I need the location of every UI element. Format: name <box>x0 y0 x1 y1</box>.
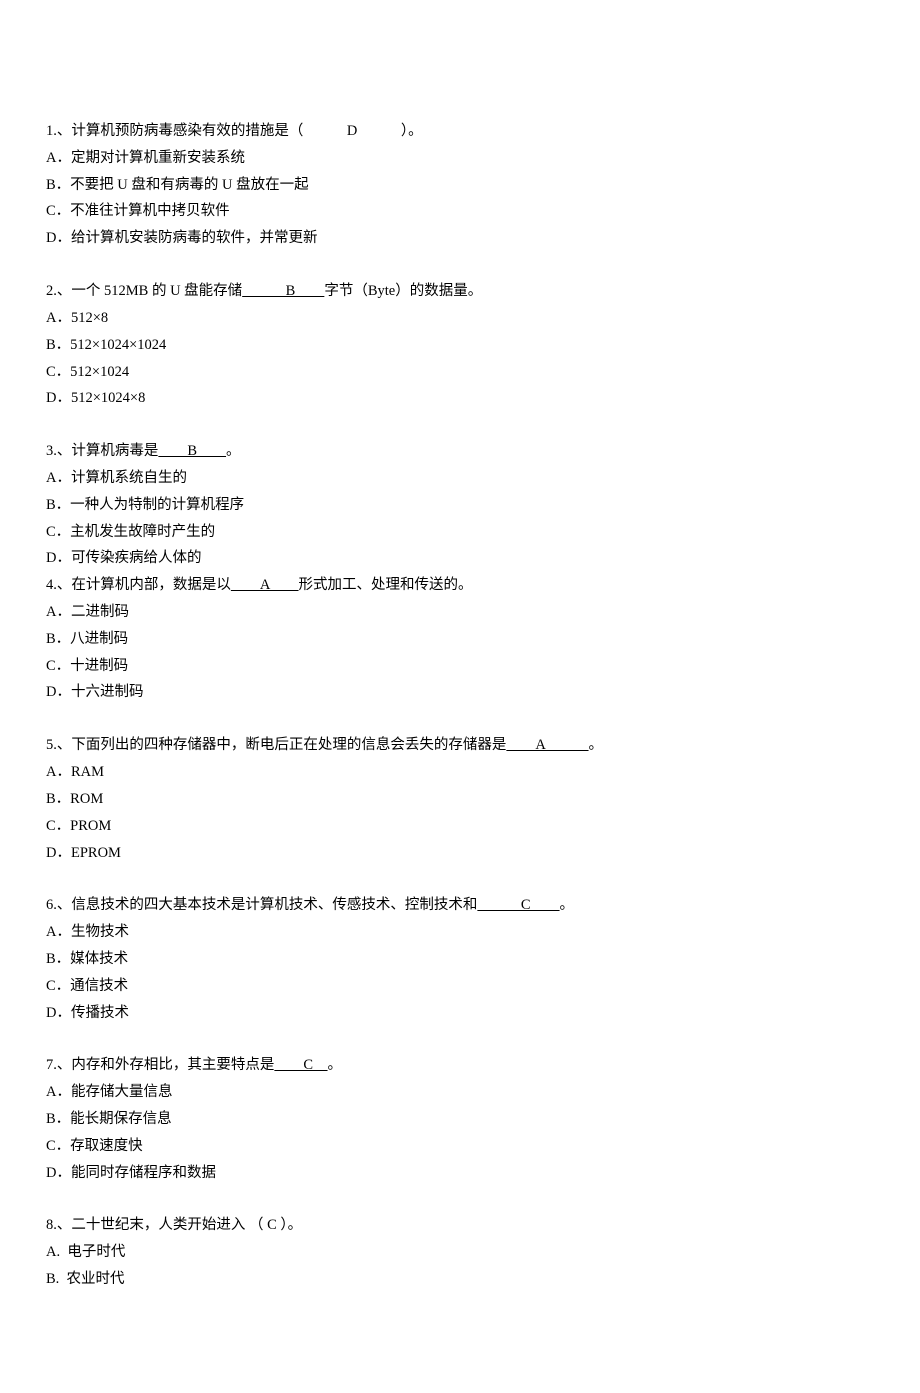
question-group: 5.、下面列出的四种存储器中，断电后正在处理的信息会丢失的存储器是 A 。A．R… <box>46 732 876 866</box>
question-option: D．传播技术 <box>46 1000 876 1027</box>
question-stem: 5.、下面列出的四种存储器中，断电后正在处理的信息会丢失的存储器是 A 。 <box>46 732 876 759</box>
question-option: C．不准往计算机中拷贝软件 <box>46 198 876 225</box>
question-group: 8.、二十世纪末，人类开始进入 （ C ）。A. 电子时代B. 农业时代 <box>46 1212 876 1292</box>
question-option: D．十六进制码 <box>46 679 876 706</box>
question-stem: 1.、计算机预防病毒感染有效的措施是（ D ）。 <box>46 118 876 145</box>
question-option: A．生物技术 <box>46 919 876 946</box>
question-stem: 6.、信息技术的四大基本技术是计算机技术、传感技术、控制技术和 C 。 <box>46 892 876 919</box>
question-option: A．能存储大量信息 <box>46 1079 876 1106</box>
question-option: A．二进制码 <box>46 599 876 626</box>
question-option: C．存取速度快 <box>46 1133 876 1160</box>
question-option: C．主机发生故障时产生的 <box>46 519 876 546</box>
question-stem: 8.、二十世纪末，人类开始进入 （ C ）。 <box>46 1212 876 1239</box>
question-group: 7.、内存和外存相比，其主要特点是 C 。A．能存储大量信息B．能长期保存信息C… <box>46 1052 876 1186</box>
question-stem: 4.、在计算机内部，数据是以 A 形式加工、处理和传送的。 <box>46 572 876 599</box>
question-option: A．计算机系统自生的 <box>46 465 876 492</box>
document-page: 1.、计算机预防病毒感染有效的措施是（ D ）。A．定期对计算机重新安装系统B．… <box>0 0 920 1393</box>
question-option: B．512×1024×1024 <box>46 332 876 359</box>
question-option: B．不要把 U 盘和有病毒的 U 盘放在一起 <box>46 172 876 199</box>
question-option: B．八进制码 <box>46 626 876 653</box>
question-group: 3.、计算机病毒是 B 。A．计算机系统自生的B．一种人为特制的计算机程序C．主… <box>46 438 876 706</box>
question-stem: 2.、一个 512MB 的 U 盘能存储 B 字节（Byte）的数据量。 <box>46 278 876 305</box>
question-group: 6.、信息技术的四大基本技术是计算机技术、传感技术、控制技术和 C 。A．生物技… <box>46 892 876 1026</box>
question-stem: 3.、计算机病毒是 B 。 <box>46 438 876 465</box>
question-option: C．512×1024 <box>46 359 876 386</box>
question-option: B．一种人为特制的计算机程序 <box>46 492 876 519</box>
question-option: C．通信技术 <box>46 973 876 1000</box>
question-option: B．能长期保存信息 <box>46 1106 876 1133</box>
question-option: D．EPROM <box>46 840 876 867</box>
question-group: 1.、计算机预防病毒感染有效的措施是（ D ）。A．定期对计算机重新安装系统B．… <box>46 118 876 252</box>
question-option: D．给计算机安装防病毒的软件，并常更新 <box>46 225 876 252</box>
question-option: C．十进制码 <box>46 653 876 680</box>
question-group: 2.、一个 512MB 的 U 盘能存储 B 字节（Byte）的数据量。A．51… <box>46 278 876 412</box>
question-option: A. 电子时代 <box>46 1239 876 1266</box>
question-option: B．ROM <box>46 786 876 813</box>
question-option: A．512×8 <box>46 305 876 332</box>
question-stem: 7.、内存和外存相比，其主要特点是 C 。 <box>46 1052 876 1079</box>
question-option: A．RAM <box>46 759 876 786</box>
question-option: D．能同时存储程序和数据 <box>46 1160 876 1187</box>
question-option: D．可传染疾病给人体的 <box>46 545 876 572</box>
question-option: D．512×1024×8 <box>46 385 876 412</box>
question-option: A．定期对计算机重新安装系统 <box>46 145 876 172</box>
question-option: B. 农业时代 <box>46 1266 876 1293</box>
question-option: C．PROM <box>46 813 876 840</box>
question-option: B．媒体技术 <box>46 946 876 973</box>
